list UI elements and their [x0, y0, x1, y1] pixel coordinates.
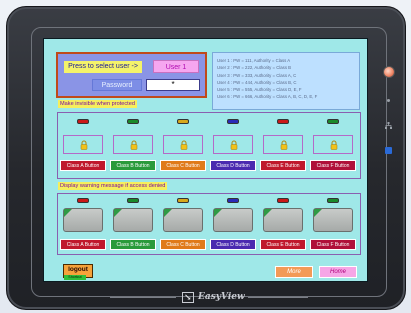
- class-c-action-button[interactable]: [163, 208, 203, 232]
- select-user-button[interactable]: User 1: [153, 60, 199, 73]
- class-d-button[interactable]: Class D Button: [210, 160, 256, 171]
- invisible-buttons-panel: Class A Button Class B Button Class C Bu…: [57, 112, 361, 179]
- class-f-button[interactable]: Class F Button: [310, 239, 356, 250]
- brand-logo: EasyView: [182, 290, 245, 305]
- class-c-button[interactable]: Class C Button: [160, 239, 206, 250]
- class-f-led: [327, 119, 339, 124]
- class-a-led: [77, 198, 89, 203]
- brand-name: EasyView: [198, 292, 245, 302]
- hmi-screen: Press to select user -> User 1 Password …: [43, 38, 368, 282]
- user-info-line: User 1 : PW = 111, Authority = Class A: [217, 58, 291, 63]
- section-warning-label: Display warning message if access denied: [58, 182, 168, 190]
- user-info-line: User 3 : PW = 333, Authority = Class A, …: [217, 72, 297, 78]
- class-c-led: [177, 119, 189, 124]
- class-b-button[interactable]: Class B Button: [110, 160, 156, 171]
- padlock-icon: [230, 140, 238, 150]
- easyview-logo-icon: [182, 291, 194, 305]
- class-c-button[interactable]: Class C Button: [160, 160, 206, 171]
- select-user-label: Press to select user ->: [64, 61, 142, 73]
- user-info-line: User 5 : PW = 555, Authority = Class D, …: [217, 87, 302, 93]
- class-f-led: [327, 198, 339, 203]
- user-info-line: User 4 : PW = 444, Authority = Class B, …: [217, 79, 297, 85]
- class-b-led: [127, 119, 139, 124]
- class-e-led: [277, 119, 289, 124]
- class-e-locked-slot: [263, 135, 303, 154]
- shortcut-label: Shortcut: [64, 275, 86, 280]
- padlock-icon: [280, 140, 288, 150]
- class-f-action-button[interactable]: [313, 208, 353, 232]
- class-d-button[interactable]: Class D Button: [210, 239, 256, 250]
- power-led-icon: [383, 66, 395, 78]
- login-panel: Press to select user -> User 1 Password …: [56, 52, 207, 98]
- class-a-button[interactable]: Class A Button: [60, 160, 106, 171]
- class-e-button[interactable]: Class E Button: [260, 239, 306, 250]
- class-b-button[interactable]: Class B Button: [110, 239, 156, 250]
- class-f-button[interactable]: Class F Button: [310, 160, 356, 171]
- bezel-divider-right: [248, 297, 308, 298]
- class-a-action-button[interactable]: [63, 208, 103, 232]
- user-authority-info: User 1 : PW = 111, Authority = Class A U…: [212, 52, 360, 110]
- padlock-icon: [330, 140, 338, 150]
- class-e-action-button[interactable]: [263, 208, 303, 232]
- class-e-button[interactable]: Class E Button: [260, 160, 306, 171]
- class-a-button[interactable]: Class A Button: [60, 239, 106, 250]
- password-label: Password: [92, 79, 142, 91]
- usb-port-icon: [385, 147, 392, 154]
- class-d-locked-slot: [213, 135, 253, 154]
- class-a-led: [77, 119, 89, 124]
- class-e-led: [277, 198, 289, 203]
- class-d-action-button[interactable]: [213, 208, 253, 232]
- section-invisible-label: Make invisible when protected: [58, 100, 137, 108]
- user-info-line: User 2 : PW = 222, Authority = Class B: [217, 65, 292, 71]
- padlock-icon: [80, 140, 88, 150]
- bezel-divider-left: [110, 297, 176, 298]
- class-d-led: [227, 198, 239, 203]
- class-c-locked-slot: [163, 135, 203, 154]
- padlock-icon: [130, 140, 138, 150]
- status-dot-icon: [387, 99, 390, 102]
- more-button[interactable]: More: [275, 266, 313, 278]
- class-b-led: [127, 198, 139, 203]
- class-f-locked-slot: [313, 135, 353, 154]
- warning-buttons-panel: Class A Button Class B Button Class C Bu…: [57, 193, 361, 255]
- class-a-locked-slot: [63, 135, 103, 154]
- class-b-action-button[interactable]: [113, 208, 153, 232]
- home-button[interactable]: Home: [319, 266, 357, 278]
- password-field[interactable]: *: [146, 79, 200, 91]
- class-d-led: [227, 119, 239, 124]
- padlock-icon: [180, 140, 188, 150]
- network-icon: [385, 122, 392, 129]
- class-c-led: [177, 198, 189, 203]
- class-b-locked-slot: [113, 135, 153, 154]
- user-info-line: User 6 : PW = 666, Authority = Class A, …: [217, 94, 318, 100]
